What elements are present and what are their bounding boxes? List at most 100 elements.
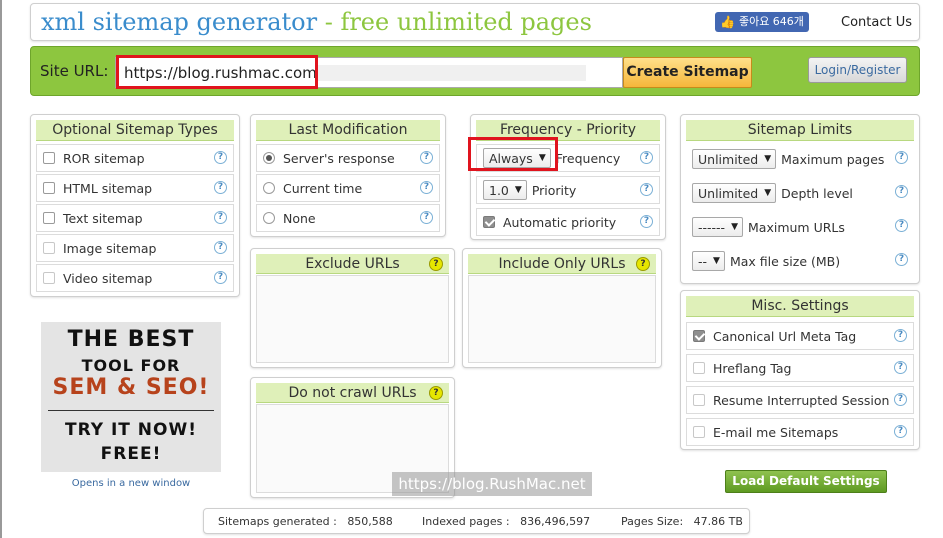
- help-icon[interactable]: ?: [895, 253, 908, 266]
- automatic-priority-label: Automatic priority: [503, 214, 617, 230]
- include-urls-panel: Include Only URLs?: [462, 248, 662, 368]
- option-label: Video sitemap: [63, 270, 153, 286]
- watermark-text: https://blog.RushMac.net: [392, 472, 592, 496]
- depth-level-select[interactable]: Unlimited ▼: [692, 183, 777, 203]
- ad-caption[interactable]: Opens in a new window: [41, 478, 221, 489]
- help-icon[interactable]: ?: [420, 211, 433, 224]
- ad-line-4: TRY IT NOW!: [64, 420, 197, 440]
- misc-email[interactable]: E-mail me Sitemaps?: [686, 418, 914, 446]
- page-title: xml sitemap generator - free unlimited p…: [41, 8, 592, 36]
- last-modification-title: Last Modification: [256, 120, 440, 141]
- create-sitemap-button[interactable]: Create Sitemap: [623, 57, 752, 88]
- help-icon[interactable]: ?: [894, 393, 907, 406]
- stats-bar: Sitemaps generated : 850,588 Indexed pag…: [203, 508, 750, 534]
- max-file-size-value: --: [698, 253, 708, 269]
- chevron-down-icon: ▼: [731, 222, 738, 232]
- ad-line-3: SEM & SEO!: [52, 375, 210, 400]
- html-checkbox[interactable]: [43, 182, 55, 194]
- option-ror-sitemap[interactable]: ROR sitemap?: [36, 144, 234, 172]
- chevron-down-icon: ▼: [764, 154, 772, 164]
- help-icon[interactable]: ?: [895, 185, 908, 198]
- option-html-sitemap[interactable]: HTML sitemap?: [36, 174, 234, 202]
- include-urls-title-text: Include Only URLs: [498, 256, 626, 272]
- frequency-priority-panel: Frequency - Priority Always ▼ Frequency? 1…: [470, 114, 666, 240]
- option-label: Server's response: [283, 150, 395, 166]
- help-icon[interactable]: ?: [640, 151, 653, 164]
- option-label: Text sitemap: [63, 210, 143, 226]
- help-icon[interactable]: ?: [895, 151, 908, 164]
- option-label: Resume Interrupted Session: [713, 392, 890, 408]
- chevron-down-icon: ▼: [713, 256, 720, 266]
- max-urls-select[interactable]: ------ ▼: [692, 217, 743, 237]
- lastmod-server-response[interactable]: Server's response?: [256, 144, 440, 172]
- lastmod-current-time[interactable]: Current time?: [256, 174, 440, 202]
- misc-canonical[interactable]: Canonical Url Meta Tag?: [686, 322, 914, 350]
- help-icon[interactable]: ?: [429, 386, 443, 400]
- page-edge: [0, 0, 2, 538]
- help-icon[interactable]: ?: [894, 425, 907, 438]
- optional-types-title: Optional Sitemap Types: [36, 120, 234, 141]
- max-pages-select[interactable]: Unlimited ▼: [692, 149, 777, 169]
- email-checkbox[interactable]: [693, 426, 705, 438]
- help-icon[interactable]: ?: [214, 181, 227, 194]
- max-file-size-label: Max file size (MB): [729, 253, 841, 269]
- help-icon[interactable]: ?: [894, 361, 907, 374]
- help-icon[interactable]: ?: [640, 215, 653, 228]
- depth-level-value: Unlimited: [698, 185, 759, 201]
- stats-generated-value: 850,588: [347, 515, 393, 528]
- canonical-checkbox[interactable]: [693, 330, 705, 342]
- option-text-sitemap[interactable]: Text sitemap?: [36, 204, 234, 232]
- automatic-priority-checkbox[interactable]: [483, 216, 495, 228]
- sitemap-limits-panel: Sitemap Limits Unlimited ▼ Maximum pages? …: [680, 114, 920, 284]
- help-icon[interactable]: ?: [895, 219, 908, 232]
- help-icon[interactable]: ?: [420, 151, 433, 164]
- include-urls-textarea[interactable]: [468, 275, 656, 363]
- exclude-urls-textarea[interactable]: [256, 275, 449, 363]
- video-checkbox[interactable]: [43, 272, 55, 284]
- ror-checkbox[interactable]: [43, 152, 55, 164]
- hreflang-checkbox[interactable]: [693, 362, 705, 374]
- facebook-like-button[interactable]: 👍 좋아요 646개: [715, 12, 809, 32]
- url-highlight-box: [116, 55, 318, 89]
- do-not-crawl-title-text: Do not crawl URLs: [288, 385, 417, 401]
- option-video-sitemap[interactable]: Video sitemap?: [36, 264, 234, 292]
- exclude-urls-panel: Exclude URLs?: [250, 248, 455, 368]
- contact-link[interactable]: Contact Us: [841, 15, 912, 30]
- help-icon[interactable]: ?: [640, 183, 653, 196]
- resume-checkbox[interactable]: [693, 394, 705, 406]
- help-icon[interactable]: ?: [214, 271, 227, 284]
- max-file-size-select[interactable]: -- ▼: [692, 251, 725, 271]
- include-urls-title: Include Only URLs?: [468, 254, 656, 274]
- none-radio[interactable]: [263, 212, 275, 224]
- help-icon[interactable]: ?: [214, 151, 227, 164]
- lastmod-none[interactable]: None?: [256, 204, 440, 232]
- text-checkbox[interactable]: [43, 212, 55, 224]
- max-pages-label: Maximum pages: [781, 151, 885, 167]
- stats-indexed-value: 836,496,597: [520, 515, 591, 528]
- thumbs-up-icon: 👍: [720, 15, 735, 29]
- option-label: HTML sitemap: [63, 180, 153, 196]
- priority-select[interactable]: 1.0 ▼: [483, 180, 527, 200]
- image-checkbox[interactable]: [43, 242, 55, 254]
- help-icon[interactable]: ?: [214, 241, 227, 254]
- login-register-button[interactable]: Login/Register: [808, 57, 907, 83]
- optional-types-panel: Optional Sitemap Types ROR sitemap? HTML…: [30, 114, 240, 297]
- help-icon[interactable]: ?: [420, 181, 433, 194]
- misc-hreflang[interactable]: Hreflang Tag?: [686, 354, 914, 382]
- title-sub: free unlimited pages: [340, 8, 592, 36]
- help-icon[interactable]: ?: [894, 329, 907, 342]
- stats-indexed: Indexed pages : 836,496,597: [422, 515, 590, 528]
- server-response-radio[interactable]: [263, 152, 275, 164]
- ad-divider: [48, 410, 214, 411]
- load-default-settings-button[interactable]: Load Default Settings: [725, 470, 887, 493]
- current-time-radio[interactable]: [263, 182, 275, 194]
- misc-resume[interactable]: Resume Interrupted Session?: [686, 386, 914, 414]
- option-image-sitemap[interactable]: Image sitemap?: [36, 234, 234, 262]
- automatic-priority-row[interactable]: Automatic priority?: [476, 208, 660, 236]
- chevron-down-icon: ▼: [764, 188, 772, 198]
- ad-banner[interactable]: THE BEST TOOL FOR SEM & SEO! TRY IT NOW!…: [41, 322, 221, 472]
- help-icon[interactable]: ?: [214, 211, 227, 224]
- help-icon[interactable]: ?: [636, 257, 650, 271]
- frequency-label: Frequency: [555, 150, 621, 166]
- help-icon[interactable]: ?: [429, 257, 443, 271]
